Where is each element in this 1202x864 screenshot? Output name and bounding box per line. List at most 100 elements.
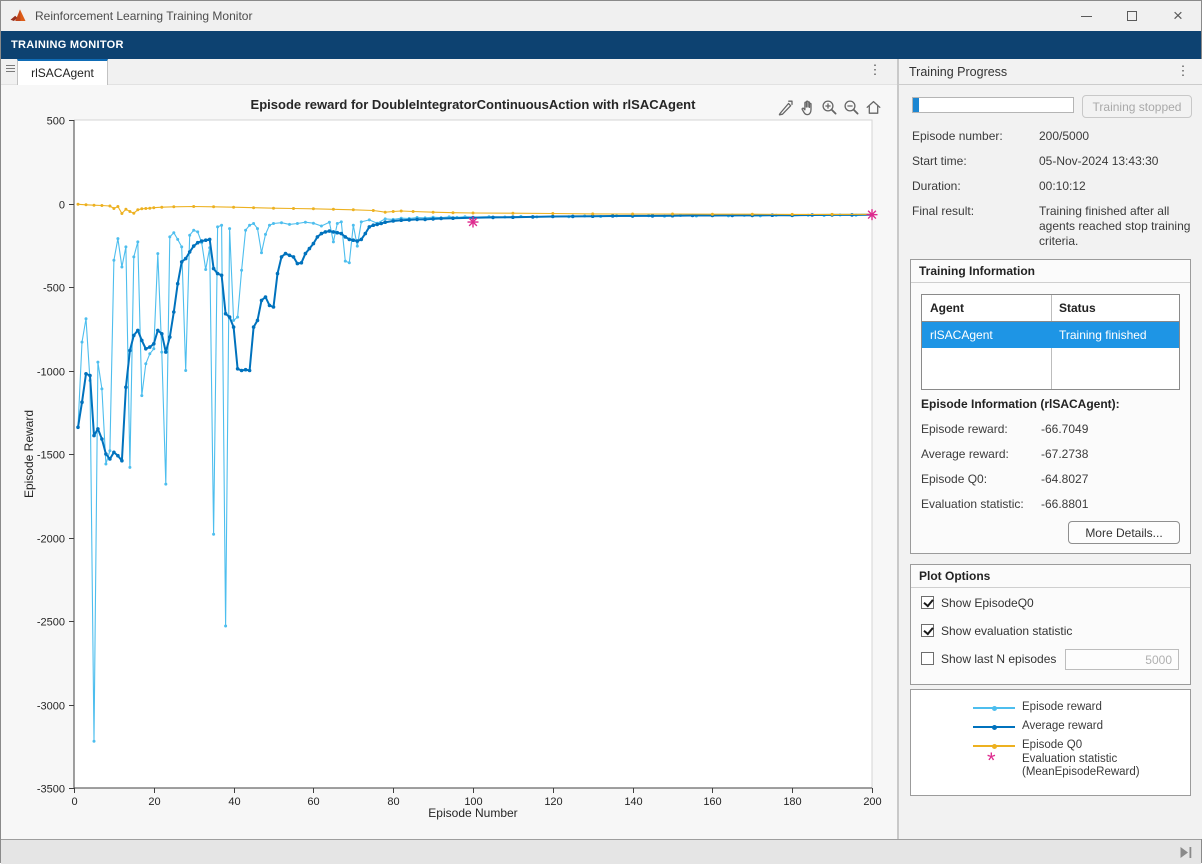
checkbox-show-last-n-episodes[interactable]: [921, 652, 934, 665]
episode-reward-marker: [260, 251, 263, 254]
average-reward-line-sample: [973, 726, 1015, 728]
episode-reward-marker: [340, 220, 343, 223]
plot-options-group: Plot Options Show EpisodeQ0 Show evaluat…: [910, 564, 1191, 685]
restore-view-icon[interactable]: [863, 97, 883, 117]
episode-reward-marker: [204, 268, 207, 271]
episode-reward-marker: [368, 218, 371, 221]
episode-q0-marker: [85, 203, 88, 206]
duration-label: Duration:: [912, 179, 961, 193]
episode-q0-marker: [631, 213, 634, 216]
show-episodeq0-label[interactable]: Show EpisodeQ0: [941, 596, 1034, 610]
panel-drag-handle-icon[interactable]: [6, 65, 15, 72]
episode-q0-marker: [711, 213, 714, 216]
average-reward-marker: [320, 232, 324, 236]
episode-reward-marker: [304, 221, 307, 224]
episode-q0-marker: [172, 205, 175, 208]
episode-reward-marker: [85, 317, 88, 320]
episode-information-title: Episode Information (rlSACAgent):: [921, 397, 1120, 411]
average-reward-marker: [344, 235, 348, 239]
episode-reward-marker: [124, 245, 127, 248]
reward-chart[interactable]: 0204060801001201401601802005000-500-1000…: [1, 85, 897, 839]
average-reward-marker: [192, 244, 196, 248]
export-brush-icon[interactable]: [775, 97, 795, 117]
average-reward-marker: [216, 272, 220, 276]
close-icon: ×: [1173, 7, 1183, 24]
episode-q0-marker: [372, 209, 375, 212]
episode-q0-marker: [232, 206, 235, 209]
checkbox-show-episodeq0[interactable]: [921, 596, 934, 609]
y-tick-label: -3500: [37, 784, 65, 796]
minimize-button[interactable]: [1063, 1, 1109, 31]
average-reward-marker: [268, 304, 272, 308]
close-button[interactable]: ×: [1155, 1, 1201, 31]
average-reward-marker: [164, 350, 168, 354]
tab-options-menu-icon[interactable]: ⋮: [867, 63, 883, 81]
maximize-icon: [1127, 11, 1137, 21]
zoom-out-icon[interactable]: [841, 97, 861, 117]
average-reward-marker: [810, 213, 814, 217]
episode-q0-marker: [77, 203, 80, 206]
episode-reward-marker: [272, 222, 275, 225]
average-reward-marker: [383, 220, 387, 224]
episode-q0-marker: [160, 206, 163, 209]
y-tick-label: -500: [43, 283, 65, 295]
episode-q0-marker: [212, 205, 215, 208]
show-evaluation-statistic-label[interactable]: Show evaluation statistic: [941, 624, 1072, 638]
average-reward-marker: [172, 310, 176, 314]
episode-reward-marker: [184, 369, 187, 372]
episode-q0-marker: [116, 205, 119, 208]
episode-reward-marker: [220, 224, 223, 227]
average-reward-marker: [280, 255, 284, 259]
average-reward-marker: [423, 218, 427, 222]
training-progress-panel: Training Progress ⋮ Training stopped Epi…: [899, 59, 1202, 839]
pan-icon[interactable]: [797, 97, 817, 117]
episode-q0-marker: [591, 212, 594, 215]
episode-reward-marker: [192, 229, 195, 232]
window-controls: ×: [1063, 1, 1201, 31]
last-n-episodes-input[interactable]: [1065, 649, 1179, 670]
tab-rlsacagent[interactable]: rlSACAgent: [17, 59, 108, 85]
episode-q0-marker: [452, 211, 455, 214]
episode-reward-marker: [240, 269, 243, 272]
maximize-button[interactable]: [1109, 1, 1155, 31]
average-reward-marker: [244, 368, 248, 372]
titlebar[interactable]: Reinforcement Learning Training Monitor …: [1, 1, 1201, 31]
episode-q0-marker: [128, 210, 131, 213]
zoom-in-icon[interactable]: [819, 97, 839, 117]
show-last-n-episodes-label[interactable]: Show last N episodes: [941, 652, 1056, 666]
average-reward-marker: [364, 232, 368, 236]
episode-q0-marker: [432, 211, 435, 214]
episode-reward-marker: [348, 261, 351, 264]
minimize-icon: [1081, 16, 1092, 17]
episode-q0-marker: [400, 210, 403, 213]
average-reward-marker: [415, 218, 419, 222]
episode-q0-marker: [144, 207, 147, 210]
episode-reward-marker: [172, 231, 175, 234]
average-reward-marker: [256, 319, 260, 323]
table-header-row: Agent Status: [922, 295, 1179, 322]
episode-reward-marker: [320, 225, 323, 228]
episode-reward-marker: [168, 235, 171, 238]
y-tick-label: 0: [59, 200, 65, 212]
episode-q0-marker: [136, 208, 139, 211]
average-reward-marker: [132, 334, 136, 338]
expand-panel-icon[interactable]: [1179, 845, 1193, 860]
episode-q0-marker: [272, 207, 275, 210]
y-axis-label: Episode Reward: [22, 406, 36, 502]
training-stopped-button[interactable]: Training stopped: [1082, 95, 1192, 118]
average-reward-marker: [332, 230, 336, 234]
ribbon-bar: TRAINING MONITOR: [1, 31, 1201, 59]
checkbox-show-evaluation-statistic[interactable]: [921, 624, 934, 637]
episode-reward-marker: [128, 466, 131, 469]
more-details-button[interactable]: More Details...: [1068, 521, 1180, 544]
episode-reward-marker: [384, 217, 387, 220]
training-information-group: Training Information Agent Status rlSACA…: [910, 259, 1191, 554]
episode-q0-marker: [93, 204, 96, 207]
average-reward-marker: [272, 305, 276, 309]
agent-table-row[interactable]: rlSACAgent Training finished: [922, 322, 1179, 348]
episode-reward-marker: [264, 233, 267, 236]
app-window: Reinforcement Learning Training Monitor …: [0, 0, 1202, 863]
average-reward-marker: [288, 254, 292, 258]
panel-options-menu-icon[interactable]: ⋮: [1176, 64, 1190, 80]
episode-reward-marker: [140, 394, 143, 397]
